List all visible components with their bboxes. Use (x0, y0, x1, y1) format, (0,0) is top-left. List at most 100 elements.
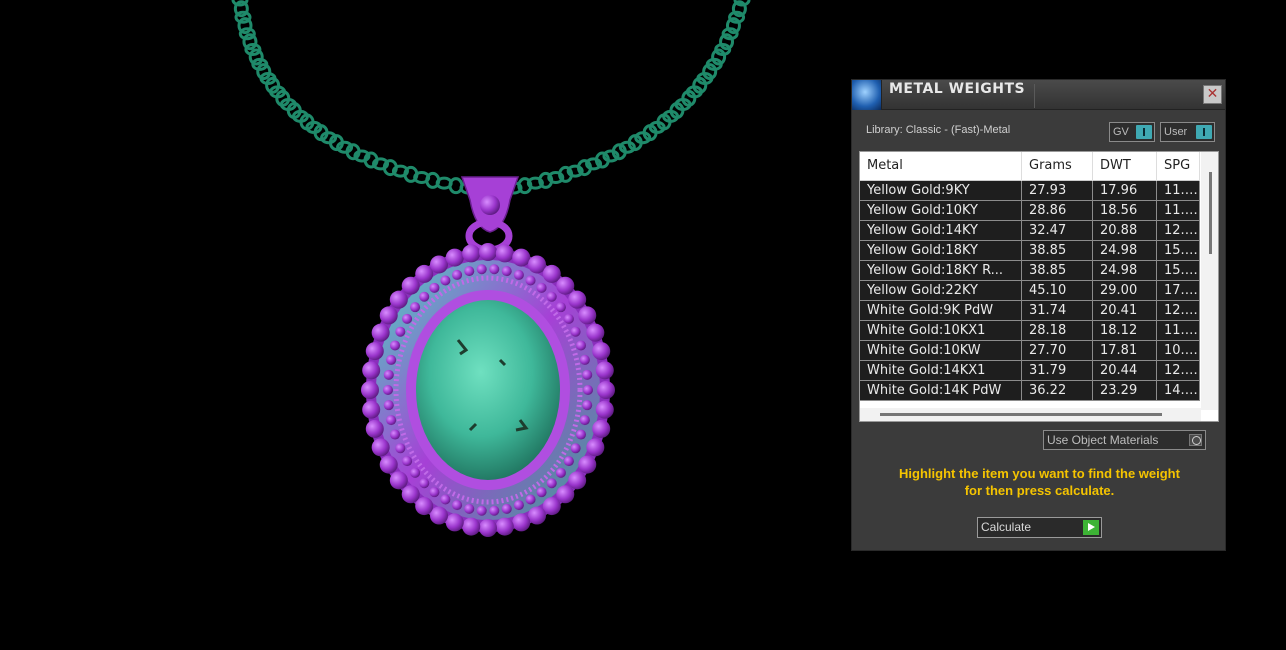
metal-cell: White Gold:10KX1 (860, 321, 1022, 340)
dwt-cell: 17.81 (1093, 341, 1157, 360)
instruction-line: for then press calculate. (964, 483, 1115, 498)
inner-bead (575, 340, 586, 351)
outer-bead (597, 381, 615, 399)
outer-bead (528, 506, 547, 525)
spg-cell: 11.45 (1157, 201, 1200, 220)
scrollbar-thumb[interactable] (1209, 172, 1212, 254)
table-row[interactable]: Yellow Gold:18KY 38.85 24.98 15.41 (860, 241, 1200, 261)
inner-bead (419, 478, 430, 489)
table-row[interactable]: White Gold:14KX1 31.79 20.44 12.61 (860, 361, 1200, 381)
calculate-button[interactable]: Calculate (977, 517, 1102, 538)
column-header-grams[interactable]: Grams (1022, 152, 1093, 181)
inner-bead (419, 291, 430, 302)
outer-bead (379, 455, 398, 474)
outer-bead (568, 471, 587, 490)
table-row[interactable]: Yellow Gold:10KY 28.86 18.56 11.45 (860, 201, 1200, 221)
pendant-frame (366, 248, 610, 532)
table-header: Metal Grams DWT SPG (860, 152, 1200, 181)
inner-bead (579, 415, 590, 426)
dwt-cell: 17.96 (1093, 181, 1157, 200)
metal-cell: Yellow Gold:10KY (860, 201, 1022, 220)
3d-viewport[interactable] (0, 0, 840, 650)
outer-bead (445, 248, 464, 267)
play-arrow-icon (1083, 520, 1099, 535)
dwt-cell: 20.88 (1093, 221, 1157, 240)
outer-bead (542, 497, 561, 516)
vertical-scrollbar[interactable] (1201, 152, 1218, 410)
gv-toggle-label: GV (1113, 126, 1129, 138)
horizontal-scrollbar[interactable] (860, 408, 1201, 421)
outer-bead (586, 323, 605, 342)
panel-titlebar[interactable]: METAL WEIGHTS ✕ (852, 80, 1225, 110)
inner-bead (582, 400, 593, 411)
metal-cell: Yellow Gold:18KY R... (860, 261, 1022, 280)
use-object-materials-toggle[interactable]: Use Object Materials (1043, 430, 1206, 450)
table-row[interactable]: Yellow Gold:9KY 27.93 17.96 11.08 (860, 181, 1200, 201)
spg-cell: 10.99 (1157, 341, 1200, 360)
inner-bead (563, 456, 574, 467)
dwt-cell: 20.44 (1093, 361, 1157, 380)
column-header-spg[interactable]: SPG (1157, 152, 1200, 181)
grams-cell: 28.18 (1022, 321, 1093, 340)
metal-cell: White Gold:14K PdW (860, 381, 1022, 400)
table-row[interactable]: White Gold:9K PdW 31.74 20.41 12.59 (860, 301, 1200, 321)
outer-bead (592, 342, 611, 361)
inner-bead (395, 443, 406, 454)
inner-bead (383, 400, 394, 411)
outer-bead (401, 485, 420, 504)
inner-bead (563, 313, 574, 324)
inner-bead (402, 456, 413, 467)
table-row[interactable]: Yellow Gold:22KY 45.10 29.00 17.89 (860, 281, 1200, 301)
user-toggle[interactable]: User (1160, 122, 1215, 142)
outer-bead (365, 342, 384, 361)
outer-bead (429, 506, 448, 525)
outer-bead (445, 513, 464, 532)
dwt-cell: 18.12 (1093, 321, 1157, 340)
outer-bead (415, 264, 434, 283)
column-header-dwt[interactable]: DWT (1093, 152, 1157, 181)
dwt-cell: 20.41 (1093, 301, 1157, 320)
spg-cell: 14.37 (1157, 381, 1200, 400)
calculate-label: Calculate (981, 520, 1032, 534)
gv-toggle[interactable]: GV (1109, 122, 1155, 142)
outer-bead (389, 471, 408, 490)
inner-bead (452, 269, 463, 280)
use-object-materials-label: Use Object Materials (1047, 433, 1159, 447)
table-row[interactable]: Yellow Gold:18KY R... 38.85 24.98 15.41 (860, 261, 1200, 281)
grams-cell: 45.10 (1022, 281, 1093, 300)
app-logo-icon (852, 80, 882, 110)
outer-bead (556, 485, 575, 504)
inner-bead (536, 487, 547, 498)
column-header-metal[interactable]: Metal (860, 152, 1022, 181)
inner-bead (582, 369, 593, 380)
outer-bead (592, 419, 611, 438)
spg-cell: 17.89 (1157, 281, 1200, 300)
dwt-cell: 18.56 (1093, 201, 1157, 220)
inner-bead (525, 494, 536, 505)
outer-bead (362, 400, 381, 419)
inner-bead (570, 443, 581, 454)
spg-cell: 12.61 (1157, 361, 1200, 380)
toggle-switch-icon (1136, 125, 1152, 139)
outer-bead (415, 497, 434, 516)
metal-table[interactable]: Metal Grams DWT SPG Yellow Gold:9KY 27.93… (859, 151, 1219, 422)
inner-bead (383, 369, 394, 380)
outer-bead (556, 276, 575, 295)
table-row[interactable]: Yellow Gold:14KY 32.47 20.88 12.88 (860, 221, 1200, 241)
outer-bead (365, 419, 384, 438)
inner-bead (390, 429, 401, 440)
outer-bead (371, 438, 390, 457)
scrollbar-thumb[interactable] (880, 413, 1162, 416)
outer-bead (578, 306, 597, 325)
grams-cell: 38.85 (1022, 241, 1093, 260)
table-row[interactable]: White Gold:10KW 27.70 17.81 10.99 (860, 341, 1200, 361)
outer-bead (528, 255, 547, 274)
turquoise-stone (416, 300, 560, 480)
grams-cell: 38.85 (1022, 261, 1093, 280)
table-row[interactable]: White Gold:10KX1 28.18 18.12 11.18 (860, 321, 1200, 341)
table-row[interactable]: White Gold:14K PdW 36.22 23.29 14.37 (860, 381, 1200, 401)
outer-bead (512, 513, 531, 532)
metal-cell: Yellow Gold:9KY (860, 181, 1022, 200)
close-icon[interactable]: ✕ (1203, 85, 1222, 104)
dwt-cell: 23.29 (1093, 381, 1157, 400)
